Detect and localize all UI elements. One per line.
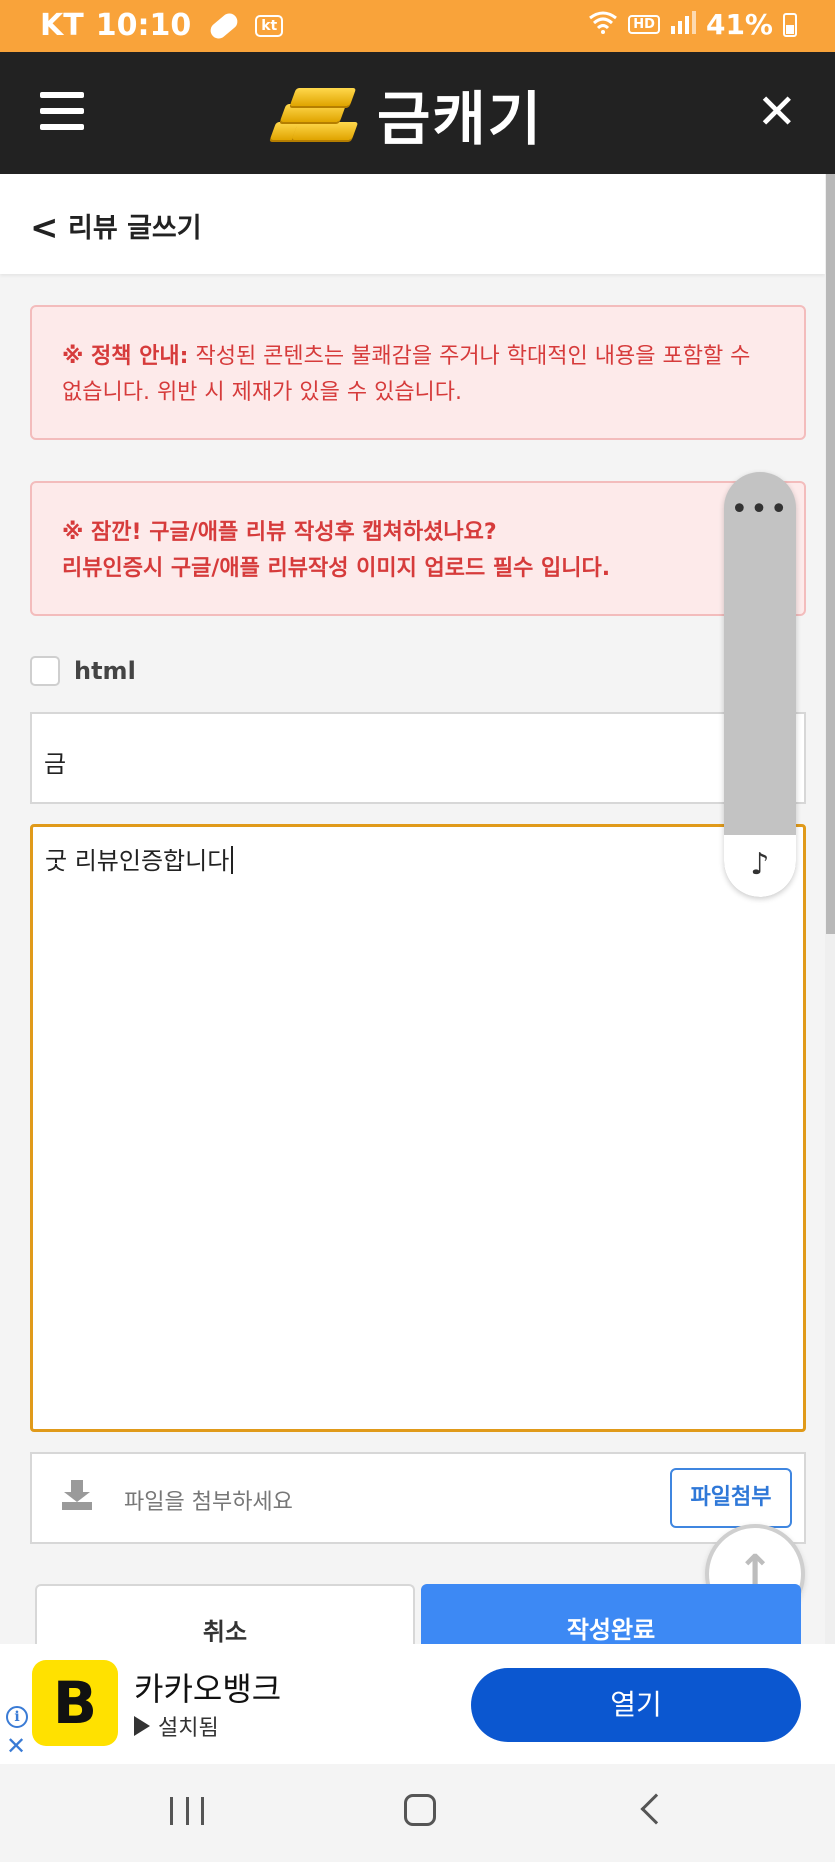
sub-header: < 리뷰 글쓰기: [0, 174, 825, 274]
status-right: HD 41%: [588, 8, 797, 41]
file-attach-field: 파일을 첨부하세요 파일첨부: [30, 1452, 806, 1544]
ad-app-name[interactable]: 카카오뱅크: [134, 1664, 281, 1710]
ad-info-icon[interactable]: i: [6, 1706, 28, 1728]
subject-value: 금: [44, 750, 67, 778]
ad-status-text: 설치됨: [158, 1716, 219, 1741]
signal-icon: [670, 8, 696, 41]
recent-apps-icon[interactable]: [170, 1797, 204, 1825]
system-nav-bar: [0, 1764, 835, 1862]
ad-install-status: 설치됨: [134, 1710, 219, 1742]
app-title: 금캐기: [377, 85, 544, 153]
play-store-icon: [134, 1716, 150, 1736]
review-notice-line1: ※ 잠깐! 구글/애플 리뷰 작성후 캡쳐하셨나요?: [62, 520, 497, 545]
content-textarea[interactable]: 굿 리뷰인증합니다: [30, 824, 806, 1432]
app-header: 금캐기 ✕: [0, 52, 835, 174]
hd-badge: HD: [628, 15, 660, 34]
ad-open-button[interactable]: 열기: [471, 1668, 801, 1742]
html-option: html: [30, 656, 136, 686]
html-checkbox-label[interactable]: html: [74, 657, 136, 685]
ad-banner[interactable]: i ✕ B 카카오뱅크 설치됨 열기: [0, 1644, 835, 1764]
gold-bars-logo-icon: [265, 82, 359, 146]
floating-side-panel[interactable]: ••• ♪: [724, 472, 796, 897]
status-bar: KT 10:10 kt HD 41%: [0, 0, 835, 52]
review-notice-line2: 리뷰인증시 구글/애플 리뷰작성 이미지 업로드 필수 입니다.: [62, 556, 611, 581]
policy-notice: ※ 정책 안내: 작성된 콘텐츠는 불쾌감을 주거나 학대적인 내용을 포함할 …: [30, 305, 806, 440]
review-notice: ※ 잠깐! 구글/애플 리뷰 작성후 캡쳐하셨나요? 리뷰인증시 구글/애플 리…: [30, 481, 806, 616]
close-icon[interactable]: ✕: [757, 88, 797, 136]
home-icon[interactable]: [404, 1794, 436, 1826]
text-caret: [231, 846, 234, 874]
kt-badge: kt: [255, 14, 284, 37]
content-text: 굿 리뷰인증합니다: [45, 847, 230, 875]
attach-file-button[interactable]: 파일첨부: [670, 1468, 792, 1528]
status-left: KT 10:10 kt: [40, 8, 284, 43]
pill-icon: [207, 9, 241, 42]
carrier-label: KT: [40, 8, 84, 43]
html-checkbox[interactable]: [30, 656, 60, 686]
wifi-icon: [588, 8, 618, 41]
attach-placeholder: 파일을 첨부하세요: [124, 1490, 293, 1515]
battery-icon: [783, 12, 797, 37]
scrollbar-thumb[interactable]: [826, 174, 835, 934]
chevron-left-icon[interactable]: <: [30, 208, 59, 248]
back-icon[interactable]: [640, 1793, 672, 1825]
cancel-button[interactable]: 취소: [35, 1584, 415, 1644]
clock: 10:10: [95, 8, 192, 43]
policy-notice-label: ※ 정책 안내:: [62, 344, 189, 369]
download-icon: [62, 1480, 92, 1510]
hamburger-icon[interactable]: [40, 92, 84, 130]
battery-percent: 41%: [705, 8, 773, 41]
content-value: 굿 리뷰인증합니다: [45, 841, 234, 876]
page-title: 리뷰 글쓰기: [68, 213, 202, 244]
kakaobank-logo[interactable]: B: [32, 1660, 118, 1746]
more-dots-icon[interactable]: •••: [724, 495, 796, 525]
brand[interactable]: 금캐기: [265, 74, 543, 154]
ad-close-icon[interactable]: ✕: [6, 1734, 26, 1758]
submit-button[interactable]: 작성완료: [421, 1584, 801, 1644]
subject-input[interactable]: 금: [30, 712, 806, 804]
